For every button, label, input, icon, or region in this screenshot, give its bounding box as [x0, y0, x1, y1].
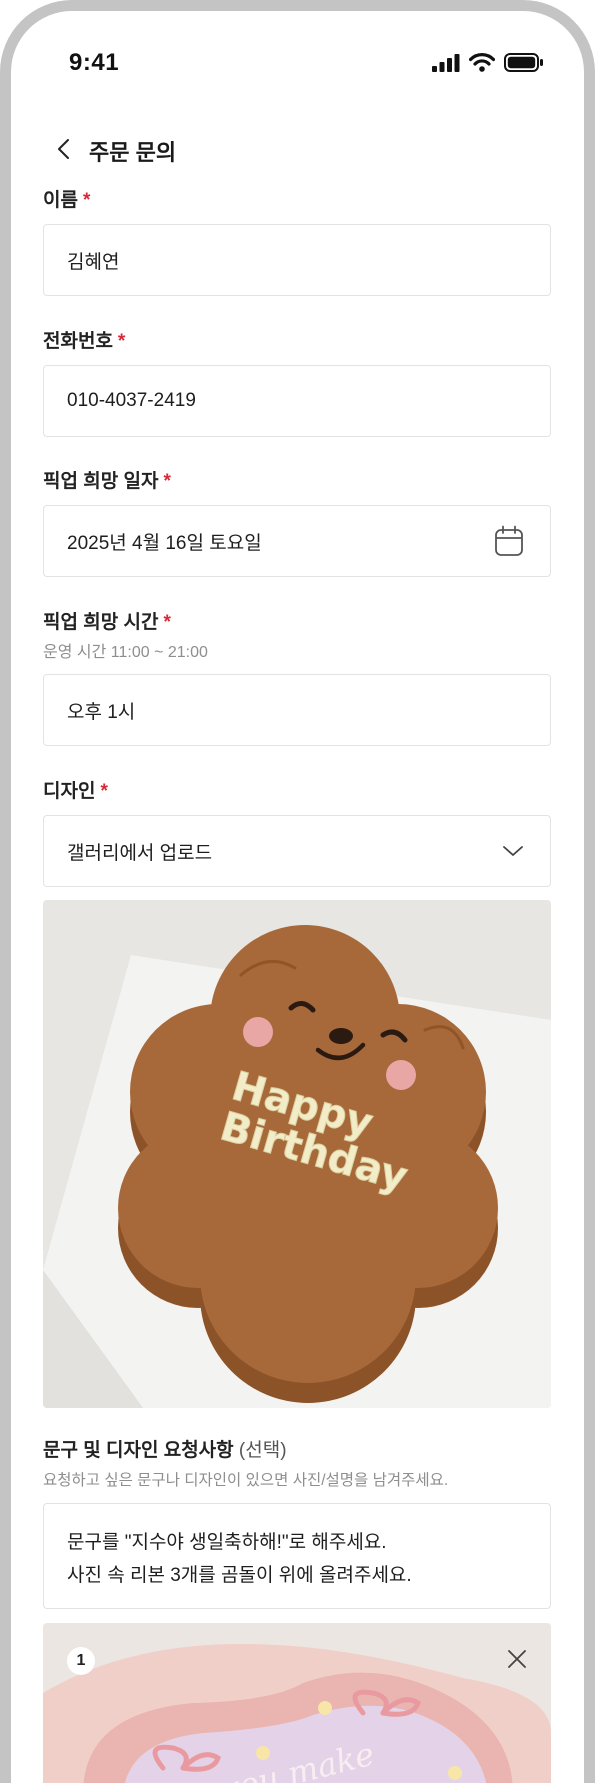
name-label-text: 이름: [43, 190, 78, 211]
name-value: 김혜연: [67, 251, 120, 273]
attachment-photo: you make 1: [43, 1623, 551, 1783]
request-label: 문구 및 디자인 요청사항 (선택): [43, 1435, 287, 1462]
required-mark: *: [100, 781, 108, 802]
pickup-date-field[interactable]: 2025년 4월 16일 토요일: [43, 505, 551, 577]
phone-value: 010-4037-2419: [67, 390, 196, 411]
request-helper: 요청하고 싶은 문구나 디자인이 있으면 사진/설명을 남겨주세요.: [43, 1472, 449, 1489]
phone-label: 전화번호 *: [43, 326, 125, 353]
pickup-date-label: 픽업 희망 일자 *: [43, 466, 171, 493]
cellular-signal-icon: [432, 53, 460, 72]
page-title: 주문 문의: [89, 140, 177, 165]
status-time: 9:41: [69, 49, 120, 76]
status-bar: 9:41: [11, 11, 584, 97]
design-label: 디자인 *: [43, 776, 108, 803]
phone-label-text: 전화번호: [43, 331, 113, 352]
pickup-time-helper: 운영 시간 11:00 ~ 21:00: [43, 644, 208, 661]
required-mark: *: [82, 190, 91, 211]
wifi-icon: [469, 53, 495, 72]
request-textarea[interactable]: 문구를 "지수야 생일축하해!"로 해주세요. 사진 속 리본 3개를 곰돌이 …: [43, 1503, 551, 1609]
required-mark: *: [117, 331, 126, 352]
close-icon: [508, 1650, 526, 1668]
calendar-button[interactable]: [494, 525, 524, 557]
attachment-index-badge: 1: [67, 1647, 95, 1675]
phone-field[interactable]: 010-4037-2419: [43, 365, 551, 437]
calendar-icon: [495, 525, 523, 556]
request-label-text: 문구 및 디자인 요청사항: [43, 1440, 234, 1461]
design-label-text: 디자인: [43, 781, 96, 802]
design-photo: Happy Birthday: [43, 900, 551, 1408]
pickup-date-label-text: 픽업 희망 일자: [43, 471, 159, 492]
chevron-down-icon: [503, 846, 523, 856]
pickup-date-value: 2025년 4월 16일 토요일: [67, 532, 262, 554]
pickup-time-value: 오후 1시: [67, 701, 136, 723]
battery-icon: [504, 53, 543, 72]
pickup-time-label-text: 픽업 희망 시간: [43, 612, 159, 633]
remove-attachment-button[interactable]: [499, 1641, 535, 1677]
request-optional: (선택): [238, 1440, 287, 1461]
pickup-time-label: 픽업 희망 시간 *: [43, 607, 171, 634]
navigation-bar: 주문 문의: [11, 123, 584, 175]
status-icons: [432, 53, 544, 72]
name-field[interactable]: 김혜연: [43, 224, 551, 296]
pickup-time-field[interactable]: 오후 1시: [43, 674, 551, 746]
name-label: 이름 *: [43, 185, 90, 212]
request-line-1: 문구를 "지수야 생일축하해!"로 해주세요.: [67, 1532, 387, 1553]
design-selected-value: 갤러리에서 업로드: [67, 842, 213, 864]
design-select[interactable]: 갤러리에서 업로드: [43, 815, 551, 887]
required-mark: *: [163, 471, 171, 492]
request-line-2: 사진 속 리본 3개를 곰돌이 위에 올려주세요.: [67, 1565, 412, 1586]
required-mark: *: [163, 612, 171, 633]
dropdown-toggle[interactable]: [502, 845, 524, 857]
back-button[interactable]: [43, 129, 83, 169]
chevron-left-icon: [58, 139, 69, 159]
phone-frame: 9:41 주문 문의 이름 * 김혜연 전화번호 * 010-4037-2419…: [0, 0, 595, 1783]
